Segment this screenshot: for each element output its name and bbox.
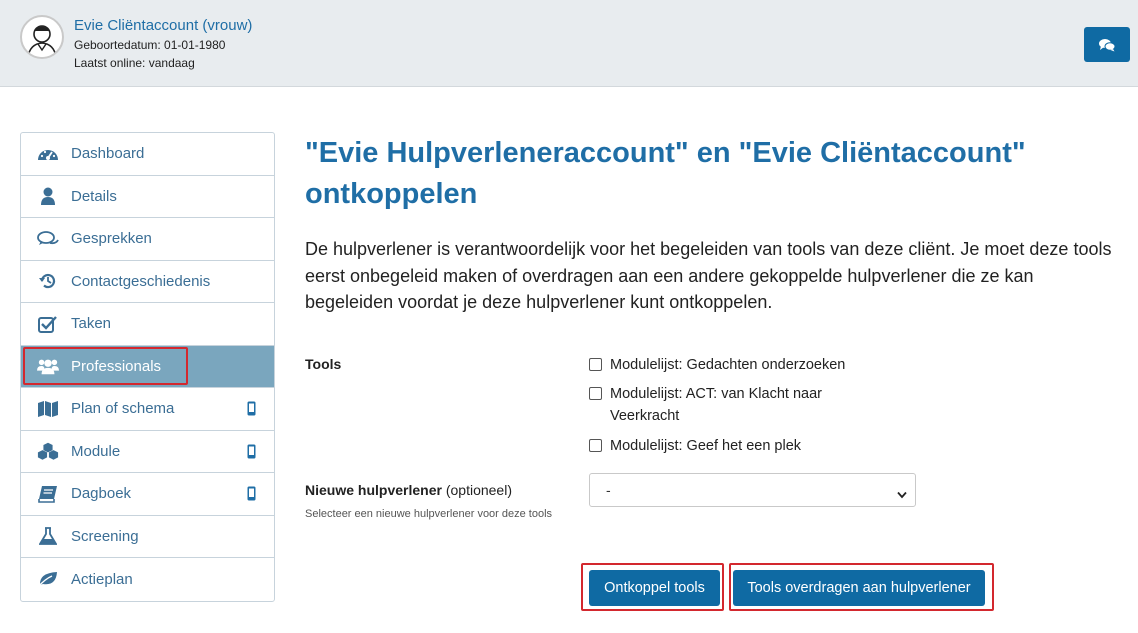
sidebar-item-module[interactable]: Module xyxy=(21,431,274,473)
comments-icon xyxy=(37,230,59,248)
sidebar-item-actieplan[interactable]: Actieplan xyxy=(21,558,274,601)
sidebar-item-dashboard[interactable]: Dashboard xyxy=(21,133,274,176)
sidebar-item-plan-of-schema[interactable]: Plan of schema xyxy=(21,388,274,431)
leaf-icon xyxy=(37,570,59,588)
new-caregiver-help: Selecteer een nieuwe hulpverlener voor d… xyxy=(305,508,553,520)
new-caregiver-label: Nieuwe hulpverlener (optioneel) xyxy=(305,482,512,498)
page-title: "Evie Hulpverleneraccount" en "Evie Clië… xyxy=(305,137,1026,210)
map-icon xyxy=(37,400,59,418)
chat-icon xyxy=(1099,38,1115,51)
dashboard-icon xyxy=(37,145,59,163)
tool-option[interactable]: Modulelijst: Gedachten onderzoeken xyxy=(589,354,889,376)
tool-label: Modulelijst: ACT: van Klacht naar Veerkr… xyxy=(610,386,822,424)
sidebar-item-label: Contactgeschiedenis xyxy=(71,272,211,290)
user-name: Evie Cliëntaccount (vrouw) xyxy=(74,17,253,34)
new-caregiver-select[interactable]: - xyxy=(589,473,916,507)
mobile-icon xyxy=(247,444,256,463)
birthdate-text: Geboortedatum: 01-01-1980 xyxy=(74,38,226,52)
mobile-icon xyxy=(247,486,256,505)
sidebar-item-label: Dagboek xyxy=(71,485,132,503)
flask-icon xyxy=(37,527,59,546)
sidebar-item-label: Screening xyxy=(71,527,139,545)
sidebar-item-label: Module xyxy=(71,442,121,460)
profile-header: Evie Cliëntaccount (vrouw) Geboortedatum… xyxy=(0,0,1138,87)
tool-checkbox[interactable] xyxy=(589,439,602,452)
select-value: - xyxy=(606,482,611,498)
user-icon xyxy=(37,187,59,206)
avatar-user-icon xyxy=(27,25,57,57)
chevron-down-icon xyxy=(897,486,907,502)
last-online-text: Laatst online: vandaag xyxy=(74,56,195,70)
new-caregiver-label-text: Nieuwe hulpverlener xyxy=(305,482,442,498)
chat-button[interactable] xyxy=(1084,27,1130,62)
avatar xyxy=(20,15,64,59)
unlink-tools-button[interactable]: Ontkoppel tools xyxy=(589,570,720,606)
tool-option[interactable]: Modulelijst: Geef het een plek xyxy=(589,435,889,457)
page-description: De hulpverlener is verantwoordelijk voor… xyxy=(305,239,1112,312)
sidebar-item-screening[interactable]: Screening xyxy=(21,516,274,558)
sidebar-item-taken[interactable]: Taken xyxy=(21,303,274,346)
sidebar-nav: Dashboard Details Gesprekken Contactgesc… xyxy=(20,132,275,602)
mobile-icon xyxy=(247,401,256,420)
sidebar-item-label: Professionals xyxy=(71,357,162,375)
cubes-icon xyxy=(37,442,59,460)
users-icon xyxy=(37,357,59,375)
transfer-tools-button[interactable]: Tools overdragen aan hulpverlener xyxy=(733,570,985,606)
sidebar-item-label: Gesprekken xyxy=(71,230,152,248)
tool-label: Modulelijst: Gedachten onderzoeken xyxy=(610,357,846,373)
tools-label: Tools xyxy=(305,356,342,372)
checkbox-icon xyxy=(37,315,59,333)
sidebar-item-label: Taken xyxy=(71,315,112,333)
sidebar-item-contactgeschiedenis[interactable]: Contactgeschiedenis xyxy=(21,261,274,303)
tool-checkbox[interactable] xyxy=(589,387,602,400)
sidebar-item-gesprekken[interactable]: Gesprekken xyxy=(21,218,274,261)
tool-option[interactable]: Modulelijst: ACT: van Klacht naar Veerkr… xyxy=(589,383,864,427)
sidebar-item-details[interactable]: Details xyxy=(21,176,274,218)
sidebar-item-label: Actieplan xyxy=(71,570,133,588)
sidebar-item-dagboek[interactable]: Dagboek xyxy=(21,473,274,516)
sidebar-item-label: Dashboard xyxy=(71,145,145,163)
book-icon xyxy=(37,485,59,503)
new-caregiver-optional: (optioneel) xyxy=(445,482,512,498)
tool-label: Modulelijst: Geef het een plek xyxy=(610,438,802,454)
tool-checkbox[interactable] xyxy=(589,358,602,371)
sidebar-item-label: Details xyxy=(71,187,117,205)
history-icon xyxy=(37,272,59,290)
sidebar-item-professionals[interactable]: Professionals xyxy=(21,345,274,388)
sidebar-item-label: Plan of schema xyxy=(71,400,175,418)
